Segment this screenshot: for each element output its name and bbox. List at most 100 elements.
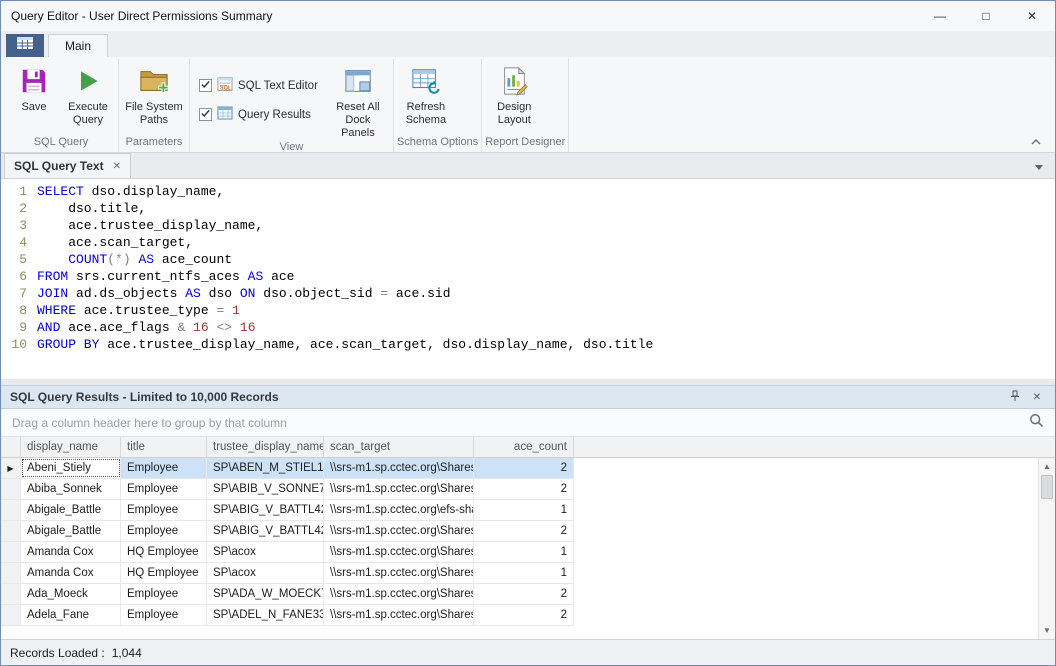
ribbon: Save Execute Query SQL Query — [1, 57, 1055, 153]
row-indicator — [1, 584, 21, 604]
table-row[interactable]: ▶Abeni_StielyEmployeeSP\ABEN_M_STIEL178\… — [1, 458, 574, 479]
ribbon-group-label-report-designer: Report Designer — [485, 135, 565, 152]
cell-title[interactable]: HQ Employee — [121, 563, 207, 583]
close-button[interactable]: ✕ — [1009, 1, 1055, 31]
column-header-title[interactable]: title — [121, 437, 207, 457]
table-row[interactable]: Ada_MoeckEmployeeSP\ADA_W_MOECK784\\srs-… — [1, 584, 574, 605]
application-button[interactable] — [6, 34, 44, 57]
chevron-down-icon — [1035, 157, 1043, 175]
close-panel-button[interactable]: ✕ — [1028, 388, 1046, 406]
cell-trustee_display_name[interactable]: SP\ABIG_V_BATTL425 — [207, 500, 324, 520]
column-header-display_name[interactable]: display_name — [21, 437, 121, 457]
group-by-panel[interactable]: Drag a column header here to group by th… — [1, 409, 1055, 437]
cell-ace_count[interactable]: 2 — [474, 521, 574, 541]
cell-display_name[interactable]: Abigale_Battle — [21, 521, 121, 541]
column-header-ace_count[interactable]: ace_count — [474, 437, 574, 457]
minimize-button[interactable]: — — [917, 1, 963, 31]
cell-display_name[interactable]: Abeni_Stiely — [21, 458, 121, 478]
cell-trustee_display_name[interactable]: SP\ABEN_M_STIEL178 — [207, 458, 324, 478]
table-row[interactable]: Abigale_BattleEmployeeSP\ABIG_V_BATTL425… — [1, 500, 574, 521]
cell-ace_count[interactable]: 1 — [474, 500, 574, 520]
scroll-up-button[interactable]: ▲ — [1039, 458, 1055, 475]
cell-scan_target[interactable]: \\srs-m1.sp.cctec.org\Shares — [324, 542, 474, 562]
table-row[interactable]: Amanda CoxHQ EmployeeSP\acox\\srs-m1.sp.… — [1, 542, 574, 563]
cell-scan_target[interactable]: \\srs-m1.sp.cctec.org\Shares — [324, 584, 474, 604]
code-lines[interactable]: SELECT dso.display_name, dso.title, ace.… — [37, 183, 1055, 379]
vertical-scrollbar[interactable]: ▲ ▼ — [1038, 458, 1055, 639]
tab-main[interactable]: Main — [48, 34, 108, 57]
scroll-down-button[interactable]: ▼ — [1039, 622, 1055, 639]
cell-display_name[interactable]: Amanda Cox — [21, 542, 121, 562]
results-panel-title: SQL Query Results - Limited to 10,000 Re… — [10, 390, 1002, 404]
table-row[interactable]: Abigale_BattleEmployeeSP\ABIG_V_BATTL425… — [1, 521, 574, 542]
cell-display_name[interactable]: Ada_Moeck — [21, 584, 121, 604]
cell-ace_count[interactable]: 1 — [474, 542, 574, 562]
file-system-paths-button[interactable]: File System Paths — [122, 62, 186, 127]
sql-text-editor-checkbox[interactable] — [199, 79, 212, 92]
table-row[interactable]: Adela_FaneEmployeeSP\ADEL_N_FANE330\\srs… — [1, 605, 574, 626]
status-bar: Records Loaded : 1,044 — [1, 639, 1055, 665]
cell-trustee_display_name[interactable]: SP\acox — [207, 542, 324, 562]
save-button[interactable]: Save — [7, 62, 61, 114]
cell-scan_target[interactable]: \\srs-m1.sp.cctec.org\Shares — [324, 458, 474, 478]
query-results-checkbox-item[interactable]: Query Results — [199, 105, 318, 124]
cell-trustee_display_name[interactable]: SP\ABIG_V_BATTL425 — [207, 521, 324, 541]
cell-scan_target[interactable]: \\srs-m1.sp.cctec.org\Shares — [324, 479, 474, 499]
column-header-scan_target[interactable]: scan_target — [324, 437, 474, 457]
cell-title[interactable]: Employee — [121, 479, 207, 499]
cell-scan_target[interactable]: \\srs-m1.sp.cctec.org\Shares — [324, 521, 474, 541]
cell-title[interactable]: Employee — [121, 500, 207, 520]
grid-body: ▶Abeni_StielyEmployeeSP\ABEN_M_STIEL178\… — [1, 458, 1055, 626]
chevron-up-icon — [1031, 132, 1041, 150]
cell-ace_count[interactable]: 2 — [474, 584, 574, 604]
column-header-trustee_display_name[interactable]: trustee_display_name — [207, 437, 324, 457]
cell-trustee_display_name[interactable]: SP\ABIB_V_SONNE757 — [207, 479, 324, 499]
refresh-schema-button[interactable]: Refresh Schema — [397, 62, 455, 127]
cell-scan_target[interactable]: \\srs-m1.sp.cctec.org\Shares — [324, 605, 474, 625]
cell-scan_target[interactable]: \\srs-m1.sp.cctec.org\efs-share — [324, 500, 474, 520]
cell-display_name[interactable]: Amanda Cox — [21, 563, 121, 583]
table-row[interactable]: Abiba_SonnekEmployeeSP\ABIB_V_SONNE757\\… — [1, 479, 574, 500]
scroll-track[interactable] — [1039, 499, 1055, 622]
scroll-thumb[interactable] — [1041, 475, 1053, 499]
sql-text-editor[interactable]: 12345678910 SELECT dso.display_name, dso… — [1, 179, 1055, 379]
maximize-button[interactable]: □ — [963, 1, 1009, 31]
execute-query-button[interactable]: Execute Query — [61, 62, 115, 127]
cell-display_name[interactable]: Abiba_Sonnek — [21, 479, 121, 499]
dock-panels-icon — [342, 65, 374, 97]
sql-text-editor-checkbox-item[interactable]: SQL SQL Text Editor — [199, 76, 318, 95]
query-results-checkbox[interactable] — [199, 108, 212, 121]
search-icon[interactable] — [1029, 413, 1044, 433]
cell-trustee_display_name[interactable]: SP\acox — [207, 563, 324, 583]
collapse-ribbon-button[interactable] — [1027, 133, 1045, 149]
cell-scan_target[interactable]: \\srs-m1.sp.cctec.org\Shares2 — [324, 563, 474, 583]
cell-title[interactable]: Employee — [121, 521, 207, 541]
sql-text-editor-icon: SQL — [217, 76, 233, 95]
row-indicator — [1, 500, 21, 520]
pin-panel-button[interactable] — [1006, 388, 1024, 406]
checkmark-icon — [200, 79, 211, 93]
ribbon-group-schema-options: Refresh Schema Schema Options — [394, 59, 482, 152]
document-list-dropdown[interactable] — [1031, 159, 1047, 173]
cell-trustee_display_name[interactable]: SP\ADA_W_MOECK784 — [207, 584, 324, 604]
cell-ace_count[interactable]: 2 — [474, 458, 574, 478]
cell-trustee_display_name[interactable]: SP\ADEL_N_FANE330 — [207, 605, 324, 625]
cell-title[interactable]: Employee — [121, 584, 207, 604]
tab-sql-query-text[interactable]: SQL Query Text ✕ — [4, 153, 131, 178]
document-tab-strip: SQL Query Text ✕ — [1, 153, 1055, 179]
cell-title[interactable]: Employee — [121, 605, 207, 625]
cell-ace_count[interactable]: 1 — [474, 563, 574, 583]
cell-ace_count[interactable]: 2 — [474, 605, 574, 625]
row-indicator — [1, 542, 21, 562]
table-row[interactable]: Amanda CoxHQ EmployeeSP\acox\\srs-m1.sp.… — [1, 563, 574, 584]
row-indicator-header — [1, 437, 21, 457]
cell-title[interactable]: Employee — [121, 458, 207, 478]
tab-close-button[interactable]: ✕ — [113, 161, 121, 172]
reset-all-dock-panels-button[interactable]: Reset All Dock Panels — [326, 62, 390, 140]
line-number-gutter: 12345678910 — [1, 183, 37, 379]
design-layout-button[interactable]: Design Layout — [485, 62, 543, 127]
cell-ace_count[interactable]: 2 — [474, 479, 574, 499]
cell-title[interactable]: HQ Employee — [121, 542, 207, 562]
cell-display_name[interactable]: Adela_Fane — [21, 605, 121, 625]
cell-display_name[interactable]: Abigale_Battle — [21, 500, 121, 520]
